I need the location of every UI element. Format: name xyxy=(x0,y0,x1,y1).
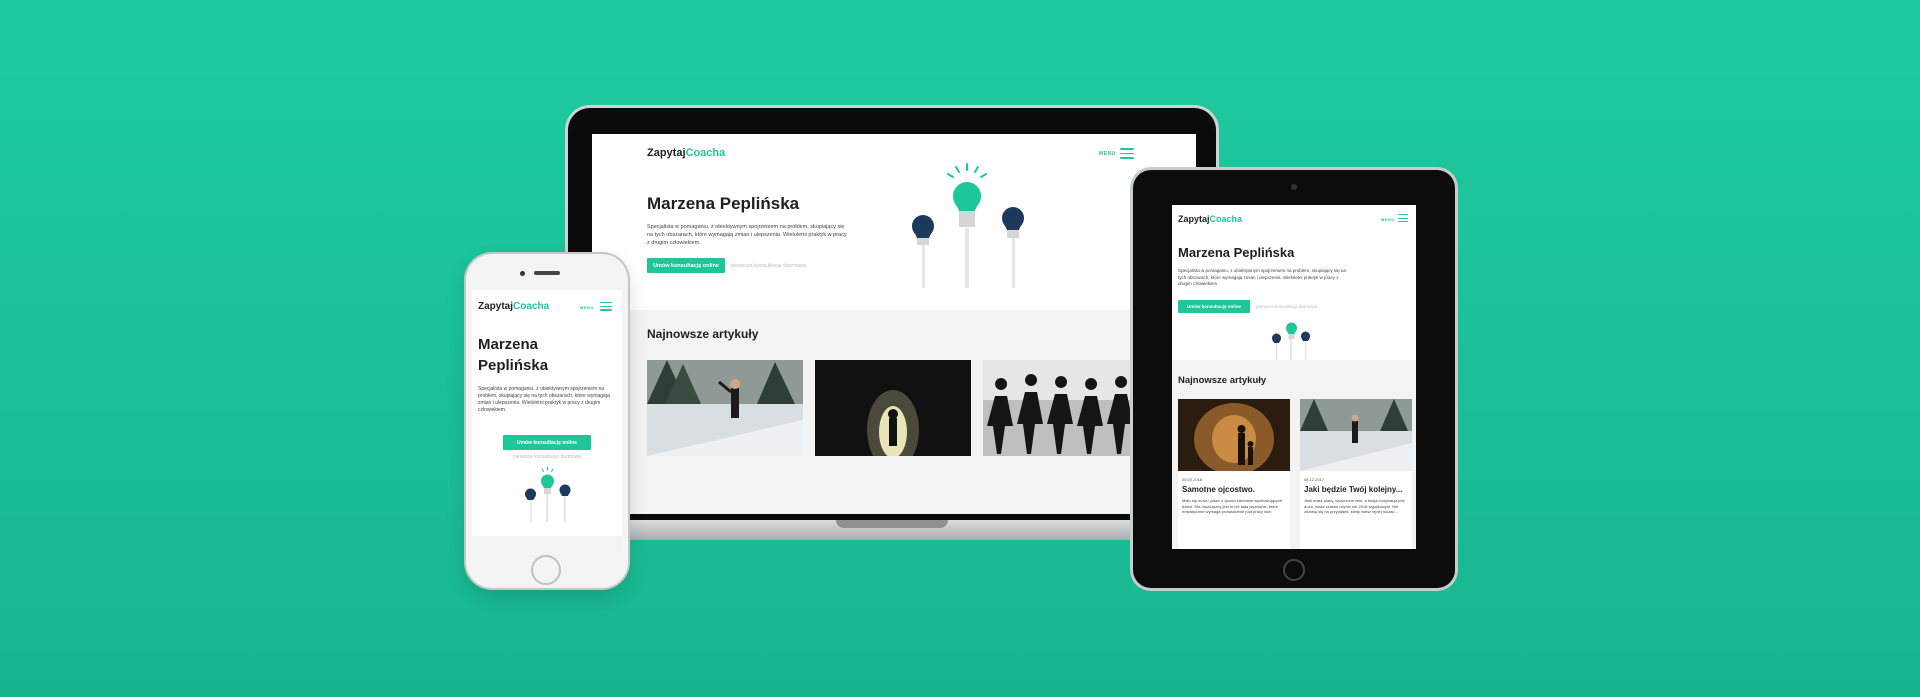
laptop-notch xyxy=(836,520,948,528)
hero-title-line2: Peplińska xyxy=(478,357,549,374)
article-date: 25.03.2018 xyxy=(1182,477,1203,482)
brand-accent: Coacha xyxy=(513,301,550,312)
lightbulbs-illustration xyxy=(912,163,1024,288)
article-title[interactable]: Jaki będzie Twój kolejny... xyxy=(1304,485,1402,494)
hero-description: Specjalista w pomaganiu, z obiektywnym s… xyxy=(647,224,847,246)
articles-section-start xyxy=(472,536,622,552)
hamburger-menu-icon[interactable] xyxy=(600,302,612,311)
cta-button[interactable]: Umów konsultację online xyxy=(647,258,725,273)
green-bulb-center xyxy=(947,163,987,288)
article-excerpt: Mało się mówi i pisze o ojcach samotnie … xyxy=(1182,498,1283,514)
secondary-link[interactable]: pierwsza konsultacja darmowa xyxy=(1256,304,1317,309)
brand-accent: Coacha xyxy=(685,147,726,159)
hero-title: Marzena Peplińska xyxy=(1178,245,1295,260)
cta-button[interactable]: Umów konsultację online xyxy=(1178,300,1250,313)
hero-title-line1: Marzena xyxy=(478,336,539,353)
article-image-tunnel[interactable] xyxy=(815,360,971,456)
phone-screen: ZapytajCoacha MENU Marzena Peplińska Spe… xyxy=(472,290,622,552)
article-excerpt: Jeśli masz plany, wytyczone cele, a twoj… xyxy=(1304,498,1405,514)
laptop-screen: ZapytajCoacha MENU Marzena Peplińska Spe… xyxy=(592,134,1196,514)
article-image-snow-woman xyxy=(1300,399,1412,471)
tablet-camera xyxy=(1291,184,1297,190)
article-image-father-son xyxy=(1178,399,1290,471)
article-image-snow-woman[interactable] xyxy=(647,360,803,456)
phone-home-button[interactable] xyxy=(531,555,561,585)
article-title[interactable]: Samotne ojcostwo. xyxy=(1182,485,1255,494)
lightbulbs-illustration xyxy=(1272,322,1310,360)
tablet-home-button[interactable] xyxy=(1283,559,1305,581)
articles-heading: Najnowsze artykuły xyxy=(1178,375,1267,386)
hero-description: Specjalista w pomaganiu, z obiektywnym s… xyxy=(1178,268,1346,286)
article-date: 08.12.2017 xyxy=(1304,477,1325,482)
article-card[interactable]: 08.12.2017 Jaki będzie Twój kolejny... J… xyxy=(1300,399,1412,549)
hero-description: Specjalista w pomaganiu, z obiektywnym s… xyxy=(478,386,610,413)
cta-button[interactable]: Umów konsultację online xyxy=(503,435,591,450)
articles-heading: Najnowsze artykuły xyxy=(647,327,759,341)
phone-speaker xyxy=(534,271,560,275)
phone-camera xyxy=(520,271,525,276)
menu-label[interactable]: MENU xyxy=(1099,151,1116,157)
hamburger-menu-icon[interactable] xyxy=(1120,148,1134,159)
dark-bulb-right xyxy=(1002,207,1024,288)
secondary-link[interactable]: pierwsza konsultacja darmowa xyxy=(731,263,806,269)
menu-label[interactable]: MENU xyxy=(1381,217,1395,222)
secondary-link[interactable]: pierwsza konsultacja darmowa xyxy=(472,454,622,460)
brand-accent: Coacha xyxy=(1209,214,1243,224)
brand-prefix: Zapytaj xyxy=(478,301,514,312)
menu-label[interactable]: MENU xyxy=(580,305,594,310)
brand-prefix: Zapytaj xyxy=(647,147,686,159)
tablet-screen: ZapytajCoacha MENU Marzena Peplińska Spe… xyxy=(1172,205,1416,549)
hamburger-menu-icon[interactable] xyxy=(1398,214,1408,222)
article-image-silhouettes[interactable] xyxy=(983,360,1139,456)
brand-logo[interactable]: ZapytajCoacha xyxy=(647,147,725,159)
dark-bulb-left xyxy=(912,215,934,288)
brand-logo[interactable]: ZapytajCoacha xyxy=(1178,214,1242,224)
article-card[interactable]: 25.03.2018 Samotne ojcostwo. Mało się mó… xyxy=(1178,399,1290,549)
brand-prefix: Zapytaj xyxy=(1178,214,1210,224)
brand-logo[interactable]: ZapytajCoacha xyxy=(478,301,549,312)
hero-title: Marzena Peplińska xyxy=(647,194,800,213)
lightbulbs-illustration xyxy=(525,466,571,522)
